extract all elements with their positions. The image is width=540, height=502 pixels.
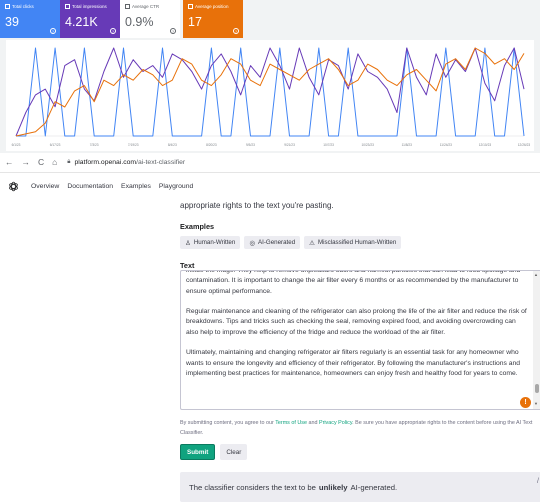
checkbox-icon <box>188 4 193 9</box>
person-icon: ♙ <box>185 239 191 247</box>
terms-of-use-link[interactable]: Terms of Use <box>275 420 307 426</box>
url-path: /ai-text-classifier <box>136 159 186 166</box>
clear-button[interactable]: Clear <box>220 444 248 460</box>
average-ctr-card[interactable]: Average CTR 0.9% ? <box>120 0 180 38</box>
x-tick-label: 6/1/23 <box>12 143 21 147</box>
forward-icon[interactable]: → <box>22 158 31 167</box>
home-icon[interactable]: ⌂ <box>52 158 57 167</box>
example-misclassified-button[interactable]: ⚠ Misclassified Human-Written <box>304 236 402 249</box>
search-console-panel: Total clicks 39 ? Total impressions 4.21… <box>0 0 540 153</box>
scrollbar-thumb[interactable] <box>534 384 539 393</box>
grammar-extension-icon[interactable]: ! <box>520 397 531 408</box>
privacy-policy-link[interactable]: Privacy Policy <box>319 420 352 426</box>
browser-toolbar: ← → C ⌂ 🔒︎ platform.openai.com/ai-text-c… <box>0 153 540 173</box>
example-label: Human-Written <box>193 239 236 246</box>
openai-logo-icon[interactable] <box>8 181 19 192</box>
total-clicks-card[interactable]: Total clicks 39 ? <box>0 0 60 38</box>
series-line-total-clicks <box>16 47 525 137</box>
card-label: Total clicks <box>12 4 34 9</box>
warning-icon: ⚠ <box>309 239 315 247</box>
scroll-down-icon[interactable]: ▼ <box>534 401 538 406</box>
card-value: 0.9% <box>125 15 154 29</box>
performance-chart: 6/1/23 6/17/23 7/3/23 7/19/23 8/4/23 8/20/23 9… <box>6 40 534 151</box>
back-icon[interactable]: ← <box>5 158 14 167</box>
x-tick-label: 6/17/23 <box>50 143 61 147</box>
submit-button[interactable]: Submit <box>180 444 216 460</box>
help-icon[interactable]: ? <box>233 28 239 34</box>
reload-icon[interactable]: C <box>38 158 44 167</box>
result-value: unlikely <box>318 482 348 492</box>
url-host: platform.openai.com <box>74 159 137 166</box>
series-line-total-impressions <box>15 47 525 137</box>
text-paragraph: inside the fridge. They help to remove u… <box>186 270 521 295</box>
result-edge-icon: / <box>537 478 539 485</box>
x-tick-label: 8/20/23 <box>206 143 217 147</box>
text-input[interactable]: inside the fridge. They help to remove u… <box>180 270 540 410</box>
x-tick-label: 10/7/23 <box>323 143 334 147</box>
text-scrollbar[interactable]: ▲ ▼ <box>533 271 540 409</box>
address-bar[interactable]: 🔒︎ platform.openai.com/ai-text-classifie… <box>67 159 185 166</box>
consent-text: By submitting content, you agree to our … <box>180 420 533 436</box>
classifier-result: The classifier considers the text to be … <box>180 472 540 502</box>
nav-examples[interactable]: Examples <box>121 183 151 190</box>
card-label: Average CTR <box>132 4 160 9</box>
total-impressions-card[interactable]: Total impressions 4.21K ? <box>60 0 120 38</box>
text-content[interactable]: inside the fridge. They help to remove u… <box>186 270 528 390</box>
result-prefix: The classifier considers the text to be <box>189 482 316 492</box>
checkbox-icon <box>65 4 70 9</box>
x-tick-label: 12/10/23 <box>479 143 492 147</box>
example-label: AI-Generated <box>258 239 296 246</box>
text-paragraph: Ultimately, maintaining and changing ref… <box>186 349 520 377</box>
average-position-card[interactable]: Average position 17 ? <box>183 0 243 38</box>
x-tick-label: 7/19/23 <box>128 143 139 147</box>
ai-icon: ◎ <box>249 239 255 247</box>
x-tick-label: 9/5/23 <box>246 143 255 147</box>
x-tick-label: 11/8/23 <box>402 143 413 147</box>
nav-documentation[interactable]: Documentation <box>67 183 113 190</box>
text-paragraph: Regular maintenance and cleaning of the … <box>186 308 527 336</box>
x-tick-label: 8/4/23 <box>168 143 177 147</box>
card-value: 17 <box>188 15 202 29</box>
x-tick-label: 10/23/23 <box>361 143 374 147</box>
help-icon[interactable]: ? <box>170 28 176 34</box>
example-label: Misclassified Human-Written <box>317 239 397 246</box>
truncated-notice: appropriate rights to the text you're pa… <box>180 201 334 210</box>
example-human-written-button[interactable]: ♙ Human-Written <box>180 236 241 249</box>
example-ai-generated-button[interactable]: ◎ AI-Generated <box>244 236 301 249</box>
help-icon[interactable]: ? <box>50 28 56 34</box>
examples-row: ♙ Human-Written ◎ AI-Generated ⚠ Misclas… <box>180 236 402 249</box>
series-line-average-position <box>15 47 525 137</box>
card-value: 39 <box>5 15 19 29</box>
scroll-up-icon[interactable]: ▲ <box>534 272 538 277</box>
help-icon[interactable]: ? <box>110 28 116 34</box>
text-heading: Text <box>180 261 195 270</box>
chart-svg: 6/1/23 6/17/23 7/3/23 7/19/23 8/4/23 8/20/23 9… <box>12 47 531 147</box>
nav-overview[interactable]: Overview <box>31 183 59 190</box>
x-tick-label: 9/21/23 <box>284 143 295 147</box>
examples-heading: Examples <box>180 222 215 231</box>
checkbox-icon <box>125 4 130 9</box>
checkbox-icon <box>5 4 10 9</box>
x-tick-label: 7/3/23 <box>90 143 99 147</box>
lock-icon: 🔒︎ <box>67 159 71 165</box>
action-buttons: Submit Clear <box>180 444 248 460</box>
site-header: Overview Documentation Examples Playgrou… <box>0 174 540 198</box>
result-suffix: AI-generated. <box>350 482 398 492</box>
nav-playground[interactable]: Playground <box>159 183 193 190</box>
x-tick-label: 12/26/23 <box>518 143 531 147</box>
card-value: 4.21K <box>65 15 98 29</box>
card-label: Average position <box>195 4 229 9</box>
metric-cards: Total clicks 39 ? Total impressions 4.21… <box>0 0 243 38</box>
card-label: Total impressions <box>72 4 107 9</box>
x-tick-label: 11/24/23 <box>440 143 452 147</box>
